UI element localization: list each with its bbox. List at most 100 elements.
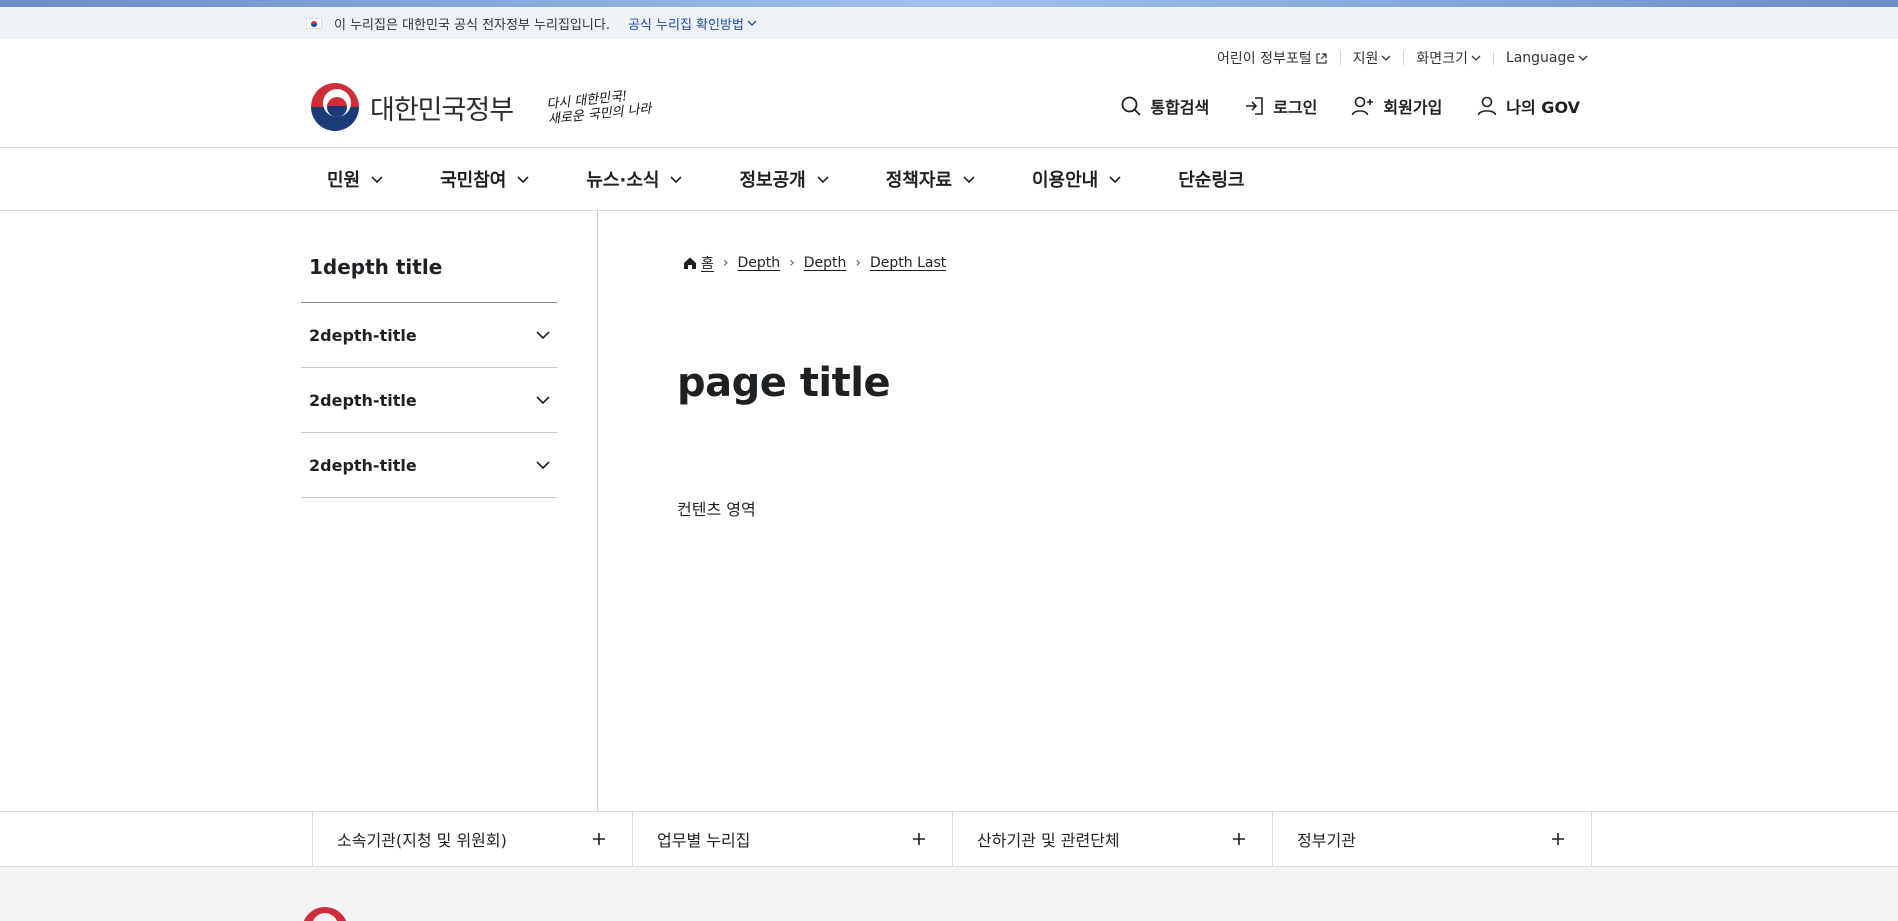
gnb-item-simple-link[interactable]: 단순링크 bbox=[1162, 166, 1260, 192]
signup-button[interactable]: 회원가입 bbox=[1351, 94, 1442, 118]
chevron-down-icon bbox=[371, 176, 383, 184]
plus-icon bbox=[1552, 833, 1564, 845]
chevron-down-icon bbox=[1578, 55, 1588, 61]
header-actions: 통합검색 로그인 회원가입 나의 GOV bbox=[1120, 94, 1580, 118]
gnb-label: 단순링크 bbox=[1178, 170, 1245, 191]
related-site-label: 업무별 누리집 bbox=[657, 831, 751, 850]
related-site-government[interactable]: 정부기관 bbox=[1272, 812, 1592, 866]
footer-logo-text: 대한민국정부 bbox=[364, 913, 496, 921]
chevron-down-icon bbox=[670, 176, 683, 184]
my-gov-button[interactable]: 나의 GOV bbox=[1476, 94, 1580, 118]
gnb-item-guide[interactable]: 이용안내 bbox=[1016, 166, 1138, 192]
verify-link-label: 공식 누리집 확인방법 bbox=[627, 17, 744, 33]
lnb-item[interactable]: 2depth-title bbox=[301, 303, 557, 368]
chevron-down-icon bbox=[1109, 176, 1121, 184]
chevron-down-icon bbox=[747, 20, 757, 26]
government-emblem-icon bbox=[311, 83, 359, 131]
chevron-right-icon: › bbox=[722, 255, 729, 271]
gnb-label: 국민참여 bbox=[440, 170, 507, 191]
integrated-search-button[interactable]: 통합검색 bbox=[1120, 94, 1209, 118]
plus-icon bbox=[913, 833, 925, 845]
gnb-item-information[interactable]: 정보공개 bbox=[723, 166, 845, 192]
lnb-item-label: 2depth-title bbox=[309, 325, 417, 345]
footer: 대한민국정부 bbox=[0, 867, 1898, 921]
breadcrumb-item[interactable]: Depth bbox=[738, 255, 781, 271]
gnb-label: 뉴스·소식 bbox=[586, 170, 660, 191]
plus-icon bbox=[1233, 833, 1245, 845]
top-accent-strip bbox=[0, 0, 1898, 7]
official-banner-message: 이 누리집은 대한민국 공식 전자정부 누리집입니다. bbox=[334, 17, 610, 33]
related-site-label: 소속기관(지청 및 위원회) bbox=[337, 831, 507, 850]
related-site-subsidiary[interactable]: 산하기관 및 관련단체 bbox=[952, 812, 1272, 866]
related-sites-bar: 소속기관(지청 및 위원회) 업무별 누리집 산하기관 및 관련단체 정부기관 bbox=[0, 811, 1898, 867]
chevron-down-icon bbox=[817, 176, 829, 184]
screen-size-menu[interactable]: 화면크기 bbox=[1416, 48, 1481, 68]
gnb-label: 이용안내 bbox=[1031, 170, 1099, 191]
related-site-by-task[interactable]: 업무별 누리집 bbox=[632, 812, 952, 866]
utility-separator bbox=[1492, 51, 1494, 65]
search-icon bbox=[1121, 96, 1141, 116]
gnb-label: 정보공개 bbox=[739, 170, 806, 191]
main-navigation: 민원 국민참여 뉴스·소식 정보공개 정책자료 이용안내 단순링크 bbox=[0, 147, 1898, 211]
screen-size-label: 화면크기 bbox=[1416, 51, 1468, 67]
breadcrumb-home[interactable]: 홈 bbox=[701, 253, 714, 273]
related-site-label: 산하기관 및 관련단체 bbox=[977, 831, 1120, 850]
language-menu[interactable]: Language bbox=[1506, 50, 1588, 66]
support-menu[interactable]: 지원 bbox=[1353, 48, 1392, 68]
my-gov-label: 나의 GOV bbox=[1506, 98, 1580, 117]
verify-official-site-link[interactable]: 공식 누리집 확인방법 bbox=[628, 14, 757, 33]
chevron-down-icon bbox=[536, 461, 550, 470]
gnb-item-participation[interactable]: 국민참여 bbox=[424, 166, 546, 192]
lnb-item[interactable]: 2depth-title bbox=[301, 433, 557, 498]
utility-separator bbox=[1403, 51, 1405, 65]
support-label: 지원 bbox=[1352, 51, 1379, 67]
signup-label: 회원가입 bbox=[1383, 98, 1443, 117]
breadcrumb-item-current[interactable]: Depth Last bbox=[870, 255, 946, 271]
login-button[interactable]: 로그인 bbox=[1243, 94, 1317, 118]
breadcrumb: 홈 › Depth › Depth › Depth Last bbox=[683, 253, 946, 273]
plus-icon bbox=[593, 833, 605, 845]
chevron-right-icon: › bbox=[789, 255, 795, 271]
user-icon bbox=[1478, 96, 1497, 116]
lnb-title: 1depth title bbox=[301, 211, 557, 303]
related-site-affiliated[interactable]: 소속기관(지청 및 위원회) bbox=[312, 812, 632, 866]
slogan: 다시 대한민국! 새로운 국민의 나라 bbox=[546, 87, 653, 127]
gnb-item-civil-service[interactable]: 민원 bbox=[311, 166, 400, 192]
language-label: Language bbox=[1505, 50, 1575, 66]
external-link-icon bbox=[1316, 52, 1327, 64]
login-label: 로그인 bbox=[1273, 98, 1318, 117]
home-icon bbox=[684, 257, 696, 269]
breadcrumb-item[interactable]: Depth bbox=[804, 255, 847, 271]
gnb-item-policy[interactable]: 정책자료 bbox=[870, 166, 992, 192]
login-icon bbox=[1246, 97, 1264, 115]
gnb-label: 정책자료 bbox=[885, 170, 952, 191]
page-title: page title bbox=[677, 360, 891, 406]
content-area-text: 컨텐츠 영역 bbox=[677, 500, 756, 519]
lnb-item[interactable]: 2depth-title bbox=[301, 368, 557, 433]
chevron-down-icon bbox=[536, 396, 550, 405]
kids-portal-label: 어린이 정부포털 bbox=[1216, 51, 1312, 67]
chevron-down-icon bbox=[1471, 55, 1481, 61]
side-navigation: 1depth title 2depth-title 2depth-title 2… bbox=[301, 211, 557, 498]
content-divider bbox=[597, 211, 598, 811]
gnb-label: 민원 bbox=[327, 170, 361, 191]
lnb-item-label: 2depth-title bbox=[309, 390, 417, 410]
korea-flag-icon bbox=[306, 17, 322, 29]
logo-text: 대한민국정부 bbox=[370, 94, 514, 126]
chevron-down-icon bbox=[1381, 55, 1391, 61]
utility-separator bbox=[1339, 51, 1341, 65]
user-plus-icon bbox=[1352, 96, 1374, 116]
utility-bar: 어린이 정부포털 지원 화면크기 Language bbox=[1217, 48, 1588, 68]
lnb-item-label: 2depth-title bbox=[309, 455, 417, 475]
chevron-down-icon bbox=[963, 176, 975, 184]
chevron-down-icon bbox=[536, 331, 550, 340]
kids-portal-link[interactable]: 어린이 정부포털 bbox=[1217, 48, 1328, 68]
footer-emblem-icon bbox=[302, 907, 348, 921]
related-site-label: 정부기관 bbox=[1297, 831, 1356, 850]
search-label: 통합검색 bbox=[1150, 98, 1210, 117]
official-site-banner: 이 누리집은 대한민국 공식 전자정부 누리집입니다. 공식 누리집 확인방법 bbox=[0, 7, 1898, 39]
chevron-right-icon: › bbox=[855, 255, 862, 271]
chevron-down-icon bbox=[517, 176, 529, 184]
gnb-item-news[interactable]: 뉴스·소식 bbox=[570, 166, 699, 192]
site-logo[interactable]: 대한민국정부 다시 대한민국! 새로운 국민의 나라 bbox=[311, 83, 653, 131]
